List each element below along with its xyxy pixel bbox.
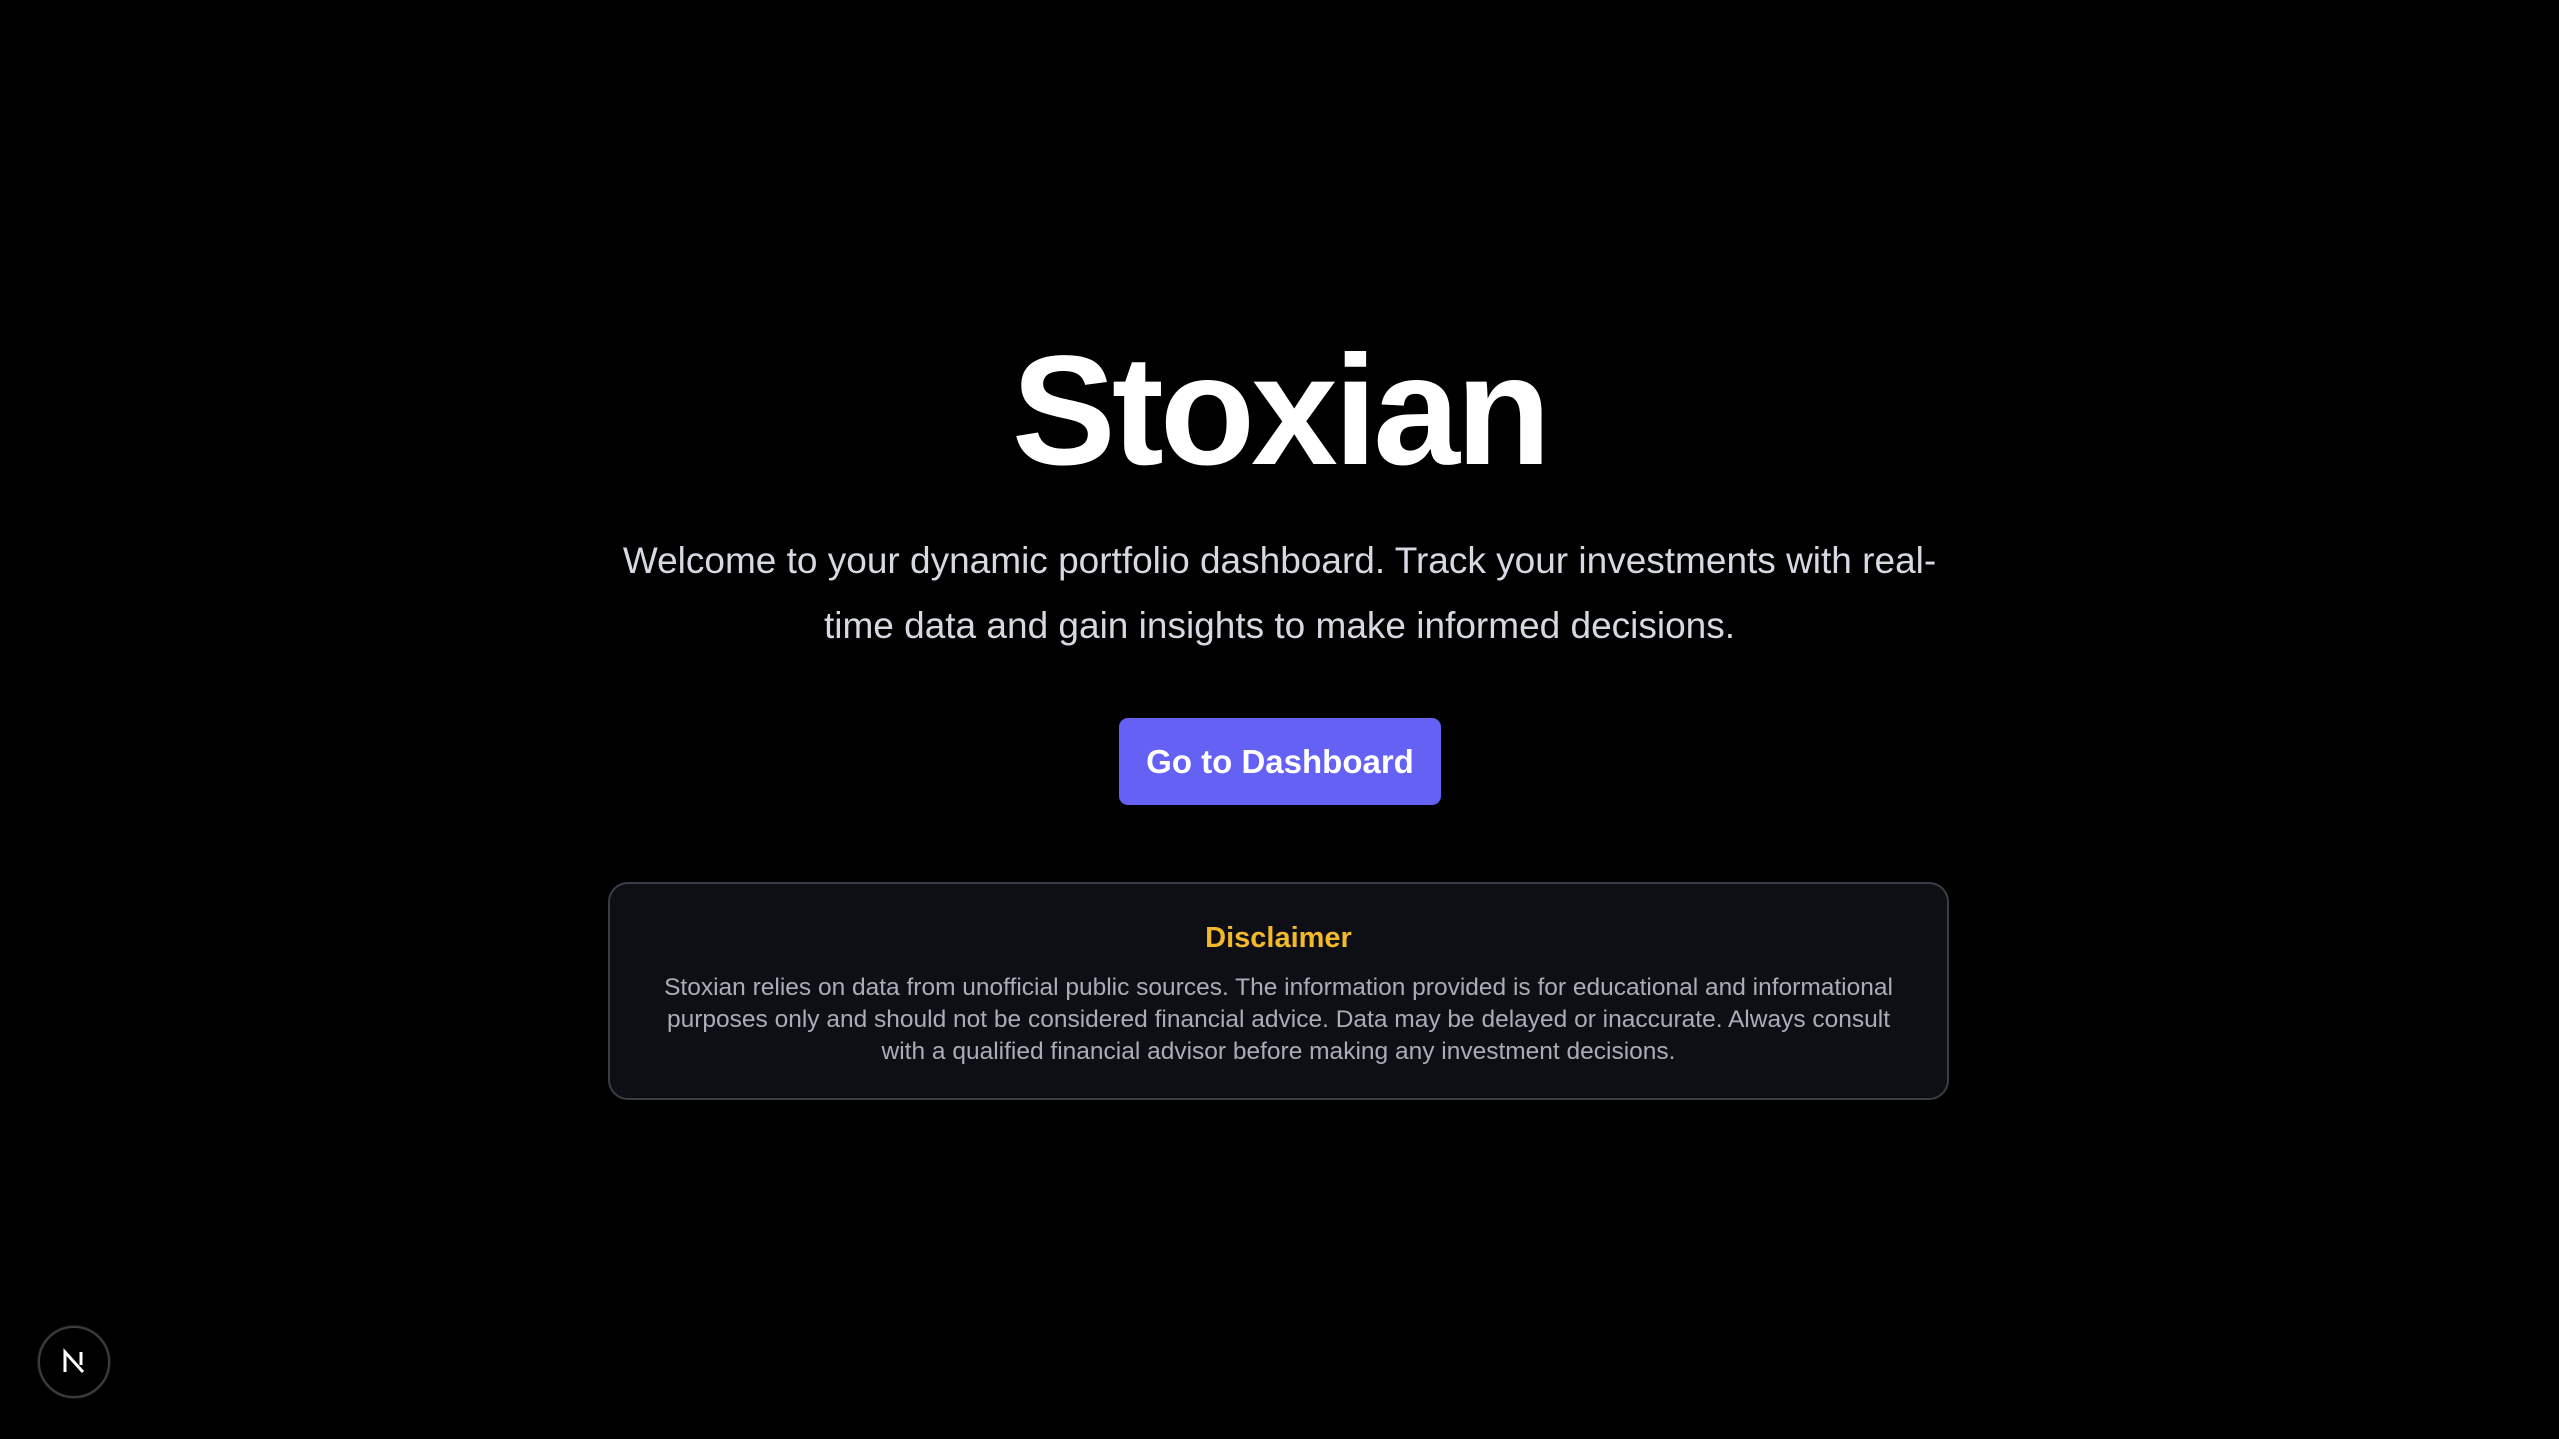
go-to-dashboard-button[interactable]: Go to Dashboard (1119, 718, 1441, 805)
nextjs-icon (63, 1348, 85, 1374)
disclaimer-title: Disclaimer (1205, 922, 1352, 954)
disclaimer-text: Stoxian relies on data from unofficial p… (664, 974, 1893, 1065)
nextjs-dev-tools-button[interactable] (38, 1326, 110, 1398)
disclaimer-card: Disclaimer Stoxian relies on data from u… (608, 882, 1949, 1100)
landing-hero: Stoxian Welcome to your dynamic portfoli… (0, 0, 2559, 1439)
hero-subtitle: Welcome to your dynamic portfolio dashbo… (622, 540, 1937, 646)
page-title: Stoxian (1011, 324, 1551, 498)
